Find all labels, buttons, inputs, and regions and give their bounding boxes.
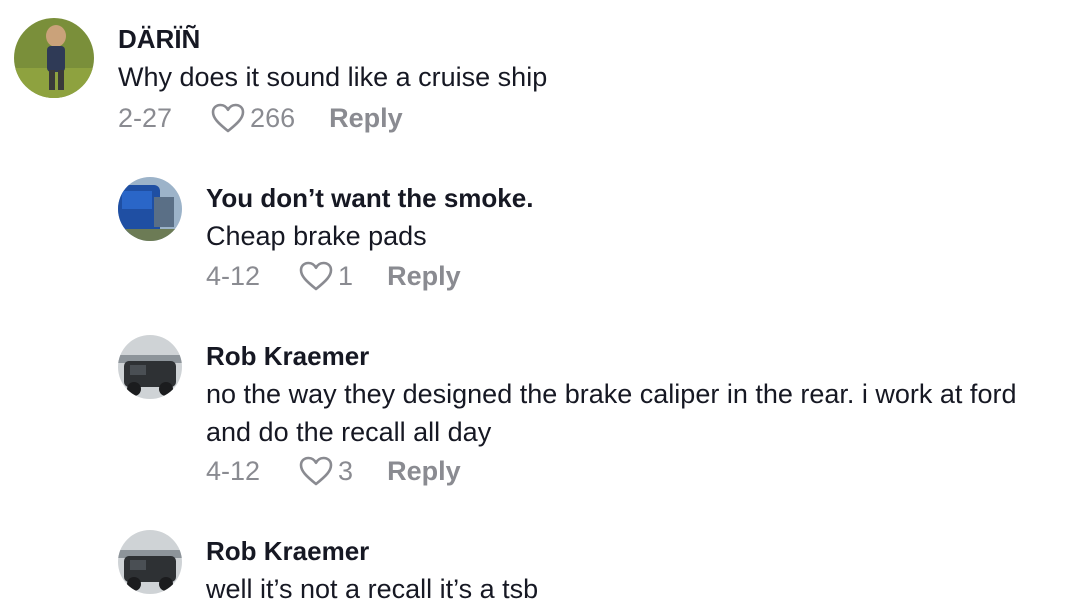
comment-4: Rob Kraemer well it’s not a recall it’s … [0, 0, 1084, 614]
comment-author[interactable]: Rob Kraemer [206, 536, 369, 566]
comment-text: well it’s not a recall it’s a tsb [206, 574, 539, 604]
avatar[interactable] [118, 530, 182, 594]
avatar-photo [118, 530, 182, 594]
